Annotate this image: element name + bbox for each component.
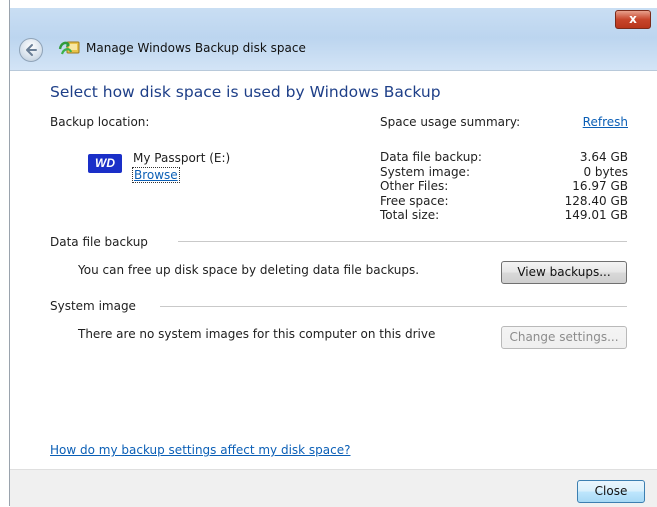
change-settings-button[interactable]: Change settings... [501,326,627,349]
background-window-edge [0,0,10,506]
window-close-button[interactable]: x [615,10,651,29]
summary-value: 0 bytes [583,164,628,179]
section-divider [160,306,627,307]
summary-key: Free space: [380,193,449,208]
summary-key: Data file backup: [380,150,482,164]
space-usage-summary-label: Space usage summary: [380,115,521,129]
summary-key: System image: [380,164,470,179]
section-divider [178,241,627,242]
help-link[interactable]: How do my backup settings affect my disk… [50,443,351,457]
data-file-backup-section-label: Data file backup [50,235,148,249]
footer-bar: Close [10,469,657,507]
window-title: Manage Windows Backup disk space [86,41,306,55]
summary-value: 149.01 GB [564,208,628,222]
summary-key: Other Files: [380,179,449,193]
view-backups-button[interactable]: View backups... [501,261,627,284]
title-bar: x Manage Windows Backup disk space [10,8,657,71]
summary-key: Total size: [380,208,440,222]
browse-link[interactable]: Browse [132,167,180,183]
summary-value: 3.64 GB [579,150,628,164]
summary-keys: Data file backup: System image: Other Fi… [380,150,482,223]
page-heading: Select how disk space is used by Windows… [50,83,441,101]
backup-disk-space-window: x Manage Windows Backup disk space Selec… [10,8,657,507]
system-image-description: There are no system images for this comp… [78,327,436,341]
summary-values: 3.64 GB 0 bytes 16.97 GB 128.40 GB 149.0… [565,150,628,223]
data-file-backup-description: You can free up disk space by deleting d… [78,263,420,277]
summary-value: 128.40 GB [564,193,628,208]
system-image-section-label: System image [50,299,136,313]
drive-name: My Passport (E:) [133,151,231,165]
wd-drive-icon: WD [88,154,122,173]
backup-app-icon [58,41,80,55]
back-arrow-icon [26,44,37,56]
back-button[interactable] [19,38,43,62]
summary-value: 16.97 GB [572,179,628,193]
backup-location-label: Backup location: [50,115,150,129]
refresh-link[interactable]: Refresh [583,115,628,129]
close-button[interactable]: Close [577,480,645,503]
